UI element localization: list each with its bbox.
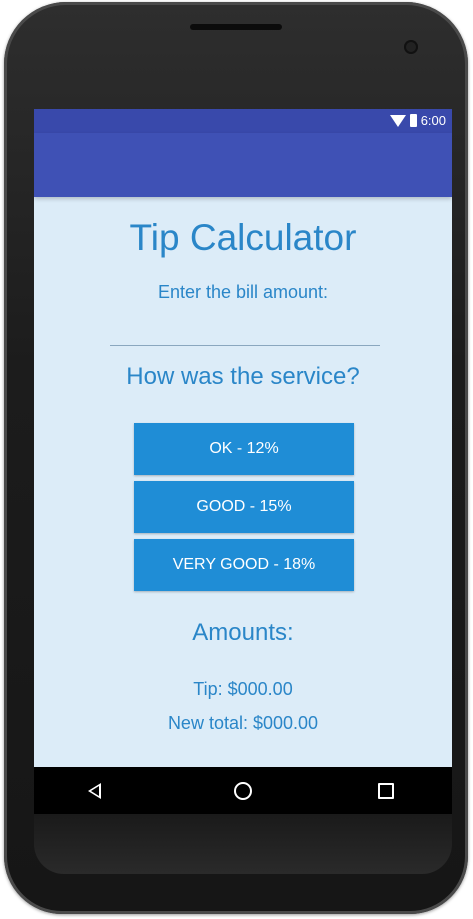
home-button[interactable] xyxy=(213,767,273,814)
page-title: Tip Calculator xyxy=(129,217,357,258)
home-circle-icon xyxy=(234,781,252,800)
battery-icon xyxy=(409,114,417,127)
navigation-bar xyxy=(34,767,452,814)
back-button[interactable] xyxy=(64,767,124,814)
main-content: Tip Calculator Enter the bill amount: Ho… xyxy=(34,197,452,767)
status-icons: 6:00 xyxy=(389,113,446,128)
tip-good-15-button[interactable]: GOOD - 15% xyxy=(134,481,354,533)
earpiece-speaker xyxy=(190,24,282,30)
recent-apps-button[interactable] xyxy=(356,767,416,814)
amounts-heading: Amounts: xyxy=(192,619,294,646)
phone-chin xyxy=(34,814,452,874)
tip-amount-text: Tip: $000.00 xyxy=(193,679,293,699)
back-triangle-icon xyxy=(87,782,101,799)
tip-very-good-18-button[interactable]: VERY GOOD - 18% xyxy=(134,539,354,591)
bill-amount-label: Enter the bill amount: xyxy=(157,282,329,302)
phone-frame: 6:00 Tip Calculator Enter the bill amoun… xyxy=(4,2,468,914)
front-camera xyxy=(404,40,418,54)
wifi-icon xyxy=(389,114,406,127)
new-total-text: New total: $000.00 xyxy=(167,713,319,733)
recent-apps-square-icon xyxy=(378,782,394,799)
device-screen: 6:00 Tip Calculator Enter the bill amoun… xyxy=(34,109,452,814)
status-bar: 6:00 xyxy=(34,109,452,133)
app-bar xyxy=(34,133,452,197)
service-question: How was the service? xyxy=(126,363,360,390)
bill-amount-input[interactable] xyxy=(110,315,380,346)
status-time: 6:00 xyxy=(420,113,446,128)
tip-ok-12-button[interactable]: OK - 12% xyxy=(134,423,354,475)
